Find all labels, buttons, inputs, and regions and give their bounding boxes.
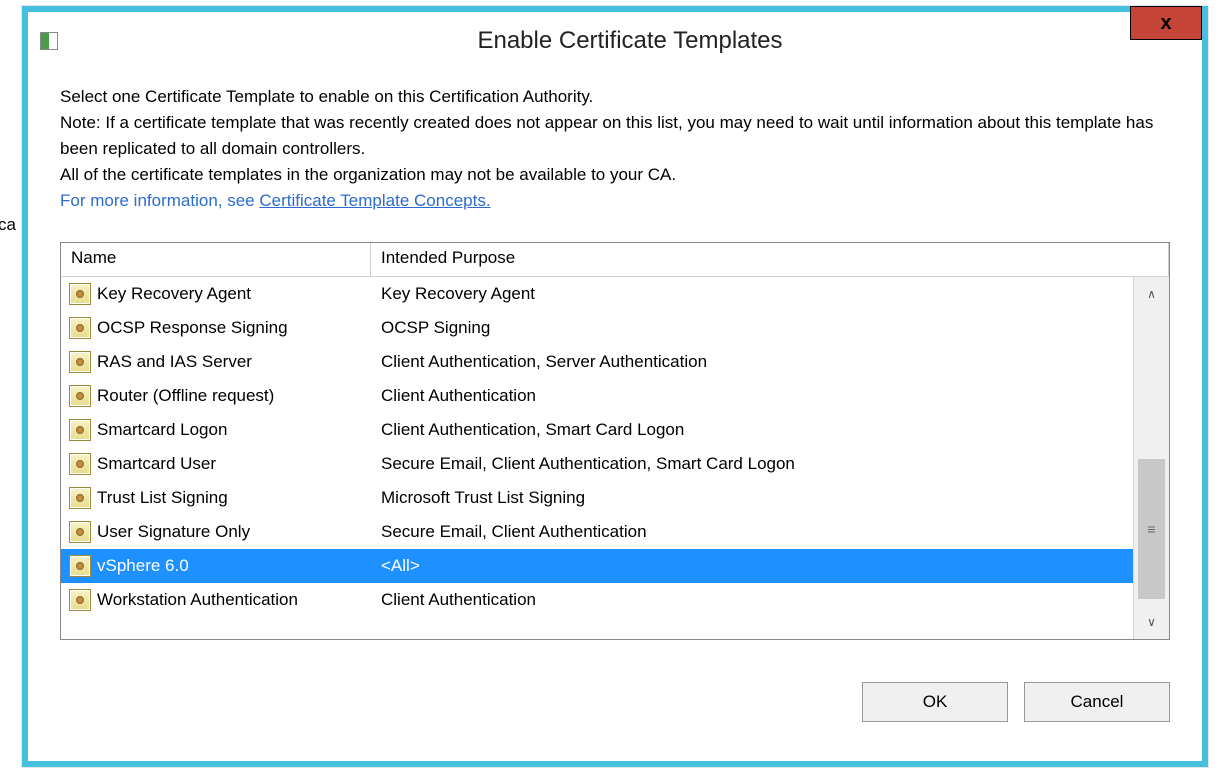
- list-item-purpose: OCSP Signing: [381, 318, 490, 338]
- list-item-name: OCSP Response Signing: [97, 318, 288, 338]
- instructions-text: Select one Certificate Template to enabl…: [60, 84, 1170, 214]
- listview-header: Name Intended Purpose: [61, 243, 1169, 277]
- list-item[interactable]: OCSP Response Signing OCSP Signing: [61, 311, 1133, 345]
- list-item-purpose: Client Authentication: [381, 590, 536, 610]
- close-button[interactable]: x: [1130, 6, 1202, 40]
- system-menu-icon[interactable]: [40, 32, 58, 50]
- list-item[interactable]: Smartcard User Secure Email, Client Authe…: [61, 447, 1133, 481]
- list-item-purpose: Client Authentication: [381, 386, 536, 406]
- column-header-purpose[interactable]: Intended Purpose: [371, 243, 1169, 276]
- list-item-name: RAS and IAS Server: [97, 352, 252, 372]
- titlebar: Enable Certificate Templates x: [28, 12, 1202, 70]
- list-item-name: Router (Offline request): [97, 386, 274, 406]
- certificate-template-icon: [69, 283, 91, 305]
- scrollbar: ∧ ≡ ∨: [1133, 277, 1169, 639]
- window-title: Enable Certificate Templates: [58, 27, 1202, 55]
- ok-button[interactable]: OK: [862, 682, 1008, 722]
- list-item-purpose: <All>: [381, 556, 420, 576]
- instructions-line2: Note: If a certificate template that was…: [60, 113, 1153, 158]
- dialog-window: Enable Certificate Templates x Select on…: [22, 6, 1208, 767]
- instructions-line1: Select one Certificate Template to enabl…: [60, 87, 593, 106]
- list-item[interactable]: Trust List Signing Microsoft Trust List S…: [61, 481, 1133, 515]
- list-item-name: vSphere 6.0: [97, 556, 189, 576]
- listview-rows: Key Recovery Agent Key Recovery Agent OCSP…: [61, 277, 1133, 639]
- list-item-name: Smartcard User: [97, 454, 216, 474]
- list-item-name: Trust List Signing: [97, 488, 228, 508]
- dialog-buttons: OK Cancel: [60, 682, 1170, 722]
- close-icon: x: [1160, 12, 1171, 35]
- cancel-button[interactable]: Cancel: [1024, 682, 1170, 722]
- stray-text: ca: [0, 215, 16, 235]
- certificate-template-icon: [69, 521, 91, 543]
- list-item[interactable]: Router (Offline request) Client Authentic…: [61, 379, 1133, 413]
- instructions-line3: All of the certificate templates in the …: [60, 165, 676, 184]
- dialog-content: Select one Certificate Template to enabl…: [28, 70, 1202, 742]
- list-item[interactable]: User Signature Only Secure Email, Client …: [61, 515, 1133, 549]
- template-listview: Name Intended Purpose Key Recovery Agent…: [60, 242, 1170, 640]
- list-item-name: User Signature Only: [97, 522, 250, 542]
- listview-body: Key Recovery Agent Key Recovery Agent OCSP…: [61, 277, 1169, 639]
- moreinfo-prefix: For more information, see: [60, 191, 259, 210]
- scrollbar-track[interactable]: ≡: [1134, 311, 1169, 605]
- scrollbar-thumb[interactable]: ≡: [1138, 459, 1165, 599]
- list-item-name: Workstation Authentication: [97, 590, 298, 610]
- scroll-down-button[interactable]: ∨: [1134, 605, 1169, 639]
- certificate-template-icon: [69, 589, 91, 611]
- list-item-purpose: Microsoft Trust List Signing: [381, 488, 585, 508]
- list-item-purpose: Secure Email, Client Authentication: [381, 522, 647, 542]
- list-item[interactable]: RAS and IAS Server Client Authentication,…: [61, 345, 1133, 379]
- list-item[interactable]: vSphere 6.0 <All>: [61, 549, 1133, 583]
- list-item-purpose: Secure Email, Client Authentication, Sma…: [381, 454, 795, 474]
- certificate-template-icon: [69, 555, 91, 577]
- list-item-purpose: Key Recovery Agent: [381, 284, 535, 304]
- certificate-template-icon: [69, 317, 91, 339]
- certificate-template-icon: [69, 385, 91, 407]
- certificate-template-icon: [69, 487, 91, 509]
- list-item-name: Key Recovery Agent: [97, 284, 251, 304]
- list-item[interactable]: Key Recovery Agent Key Recovery Agent: [61, 277, 1133, 311]
- certificate-template-icon: [69, 419, 91, 441]
- scroll-up-button[interactable]: ∧: [1134, 277, 1169, 311]
- list-item-purpose: Client Authentication, Smart Card Logon: [381, 420, 684, 440]
- list-item-name: Smartcard Logon: [97, 420, 227, 440]
- certificate-template-icon: [69, 453, 91, 475]
- list-item[interactable]: Smartcard Logon Client Authentication, Sm…: [61, 413, 1133, 447]
- moreinfo-link[interactable]: Certificate Template Concepts.: [259, 191, 490, 210]
- list-item[interactable]: Workstation Authentication Client Authent…: [61, 583, 1133, 617]
- certificate-template-icon: [69, 351, 91, 373]
- list-item-purpose: Client Authentication, Server Authentica…: [381, 352, 707, 372]
- column-header-name[interactable]: Name: [61, 243, 371, 276]
